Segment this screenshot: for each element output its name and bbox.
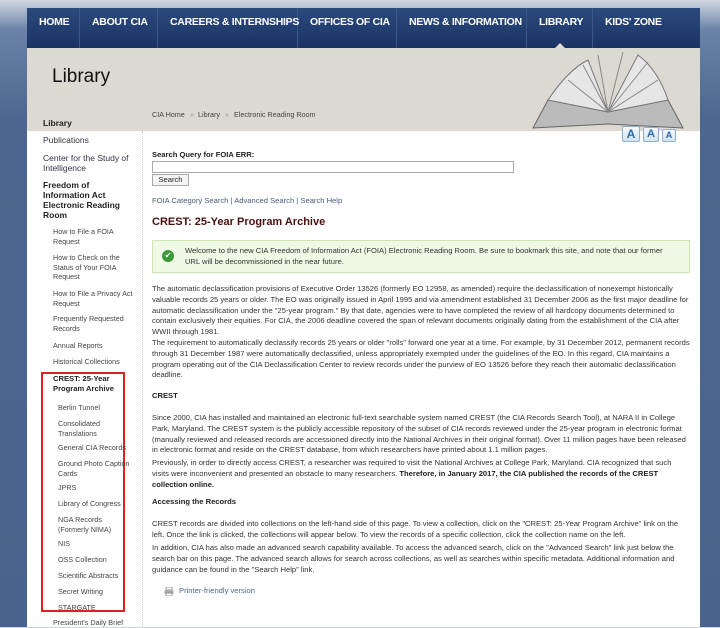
search-button[interactable]: Search xyxy=(152,174,189,186)
sidebar-privacy-act[interactable]: How to File a Privacy Act Request xyxy=(53,289,133,308)
sidebar-ground-photo[interactable]: Ground Photo Caption Cards xyxy=(58,459,138,478)
open-book-icon xyxy=(532,51,684,129)
printer-friendly-label: Printer-friendly version xyxy=(179,586,255,595)
sidebar-general-cia-records[interactable]: General CIA Records xyxy=(58,443,138,453)
paragraph: In addition, CIA has also made an advanc… xyxy=(152,543,675,574)
breadcrumb-separator: » xyxy=(225,110,229,119)
breadcrumb-reading-room[interactable]: Electronic Reading Room xyxy=(234,110,316,121)
sidebar-file-foia[interactable]: How to File a FOIA Request xyxy=(53,227,133,246)
sidebar-jprs[interactable]: JPRS xyxy=(58,483,138,493)
sidebar: Library Publications Center for the Stud… xyxy=(27,118,143,628)
breadcrumb-cia-home[interactable]: CIA Home xyxy=(152,110,185,121)
sidebar-foia-err[interactable]: Freedom of Information Act Electronic Re… xyxy=(43,180,133,220)
link-separator: | xyxy=(296,196,299,205)
sidebar-publications[interactable]: Publications xyxy=(43,135,89,145)
sidebar-scientific-abstracts[interactable]: Scientific Abstracts xyxy=(58,571,138,581)
page-title: Library xyxy=(52,66,111,87)
search-links: FOIA Category Search | Advanced Search |… xyxy=(152,196,342,207)
sidebar-presidents-daily-brief[interactable]: President's Daily Brief xyxy=(53,618,133,628)
sidebar-annual-reports[interactable]: Annual Reports xyxy=(53,341,133,351)
link-separator: | xyxy=(230,196,233,205)
page: HOME ABOUT CIA CAREERS & INTERNSHIPS OFF… xyxy=(27,8,700,627)
search-input[interactable] xyxy=(152,161,514,173)
foia-category-search-link[interactable]: FOIA Category Search xyxy=(152,196,228,205)
sidebar-crest[interactable]: CREST: 25-Year Program Archive xyxy=(53,374,119,393)
welcome-text: Welcome to the new CIA Freedom of Inform… xyxy=(185,246,663,266)
paragraph: CREST records are divided into collectio… xyxy=(152,519,679,539)
sidebar-secret-writing[interactable]: Secret Writing xyxy=(58,587,138,597)
sidebar-check-status[interactable]: How to Check on the Status of Your FOIA … xyxy=(53,253,133,282)
sidebar-historical-collections[interactable]: Historical Collections xyxy=(53,357,133,367)
content-title: CREST: 25-Year Program Archive xyxy=(152,216,326,228)
search-label: Search Query for FOIA ERR: xyxy=(152,150,255,159)
page-banner: Library xyxy=(27,48,700,131)
section-heading-accessing: Accessing the Records xyxy=(152,497,236,506)
paragraph: The automatic declassification provision… xyxy=(152,284,689,337)
sidebar-library-of-congress[interactable]: Library of Congress xyxy=(58,499,138,509)
welcome-notice: ✔ Welcome to the new CIA Freedom of Info… xyxy=(152,240,690,273)
search-help-link[interactable]: Search Help xyxy=(300,196,342,205)
breadcrumb-separator: » xyxy=(190,110,194,119)
printer-icon xyxy=(164,586,174,596)
nav-kids-zone[interactable]: KIDS' ZONE xyxy=(593,8,700,48)
paragraph: Previously, in order to directly access … xyxy=(152,458,690,490)
nav-offices[interactable]: OFFICES OF CIA xyxy=(298,8,397,48)
nav-careers[interactable]: CAREERS & INTERNSHIPS xyxy=(158,8,299,48)
paragraph: The requirement to automatically declass… xyxy=(152,338,690,380)
text-size-decrease-button[interactable]: A xyxy=(662,129,676,142)
checkmark-icon: ✔ xyxy=(162,250,174,262)
text-size-default-button[interactable]: A xyxy=(643,127,659,142)
sidebar-csi[interactable]: Center for the Study of Intelligence xyxy=(43,153,138,173)
sidebar-stargate[interactable]: STARGATE xyxy=(58,603,138,613)
advanced-search-link[interactable]: Advanced Search xyxy=(234,196,294,205)
main-nav: HOME ABOUT CIA CAREERS & INTERNSHIPS OFF… xyxy=(27,8,700,48)
sidebar-library[interactable]: Library xyxy=(43,118,72,128)
text-size-controls: A A A xyxy=(622,126,676,142)
printer-friendly-link[interactable]: Printer-friendly version xyxy=(164,586,255,597)
nav-news[interactable]: NEWS & INFORMATION xyxy=(397,8,527,48)
sidebar-consolidated-translations[interactable]: Consolidated Translations xyxy=(58,419,118,438)
breadcrumb-library[interactable]: Library xyxy=(198,110,220,121)
nav-library[interactable]: LIBRARY xyxy=(527,8,593,48)
nav-about-cia[interactable]: ABOUT CIA xyxy=(80,8,158,48)
text-size-increase-button[interactable]: A xyxy=(622,126,640,142)
paragraph: Since 2000, CIA has installed and mainta… xyxy=(152,413,686,455)
sidebar-nis[interactable]: NIS xyxy=(58,539,138,549)
sidebar-berlin-tunnel[interactable]: Berlin Tunnel xyxy=(58,403,138,413)
section-heading-crest: CREST xyxy=(152,391,178,400)
sidebar-oss[interactable]: OSS Collection xyxy=(58,555,138,565)
sidebar-frequently-requested[interactable]: Frequently Requested Records xyxy=(53,314,133,333)
sidebar-nga-records[interactable]: NGA Records (Formerly NIMA) xyxy=(58,515,124,534)
nav-home[interactable]: HOME xyxy=(27,8,80,48)
